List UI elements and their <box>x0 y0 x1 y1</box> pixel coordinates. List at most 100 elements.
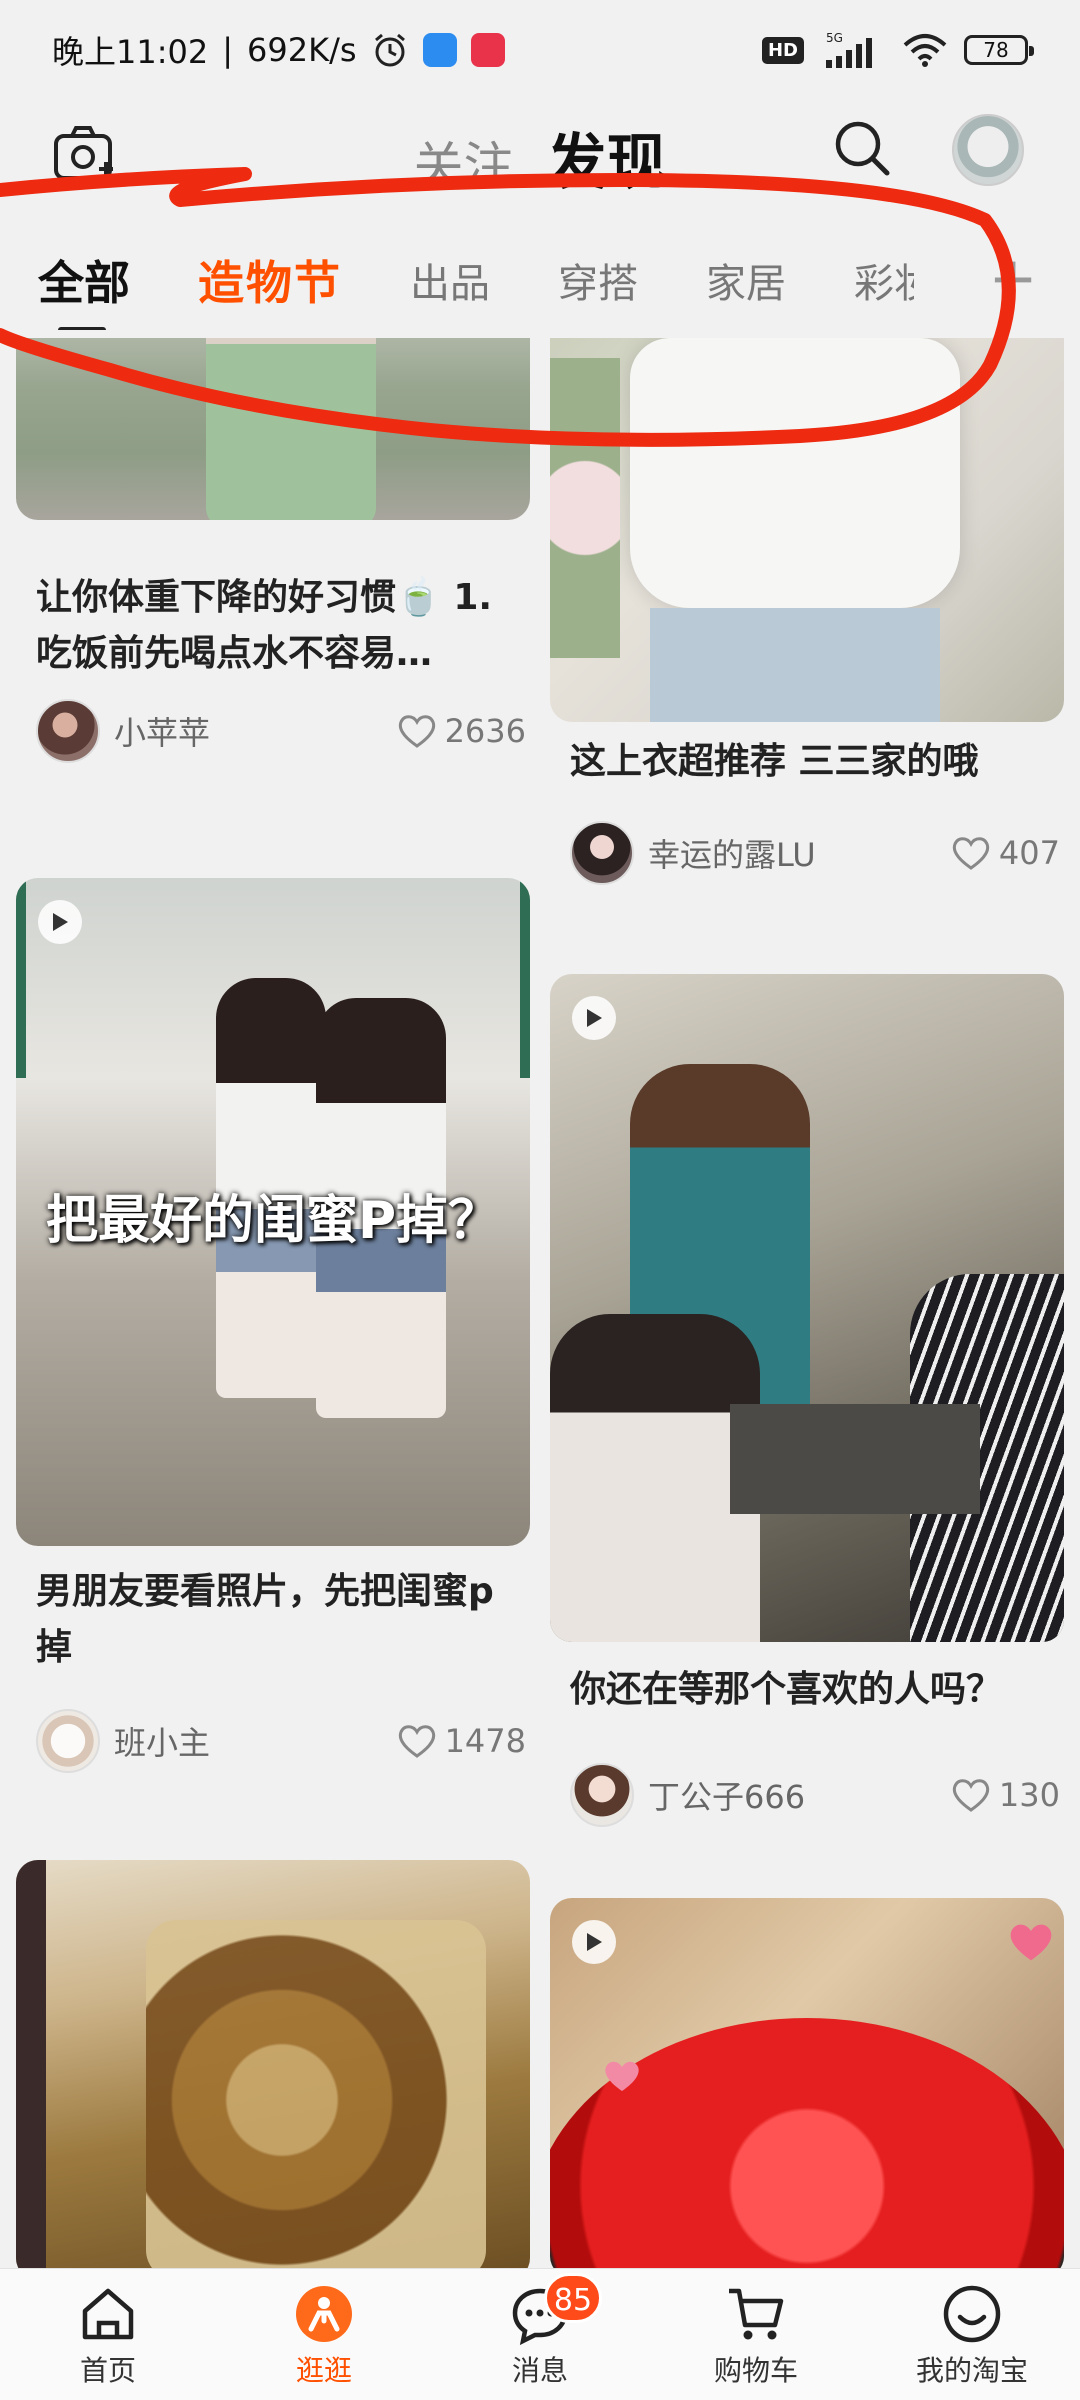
card-title[interactable]: 让你体重下降的好习惯🍵 1.吃饭前先喝点水不容易… <box>36 570 526 682</box>
nav-cart[interactable]: 购物车 <box>648 2269 864 2400</box>
feed-card[interactable]: 把最好的闺蜜P掉？ 男朋友要看照片，先把闺蜜p掉 班小主 1478 <box>16 878 530 1773</box>
card-meta: 班小主 1478 <box>36 1706 526 1776</box>
card-image-edge <box>16 1860 46 2268</box>
nav-home[interactable]: 首页 <box>0 2269 216 2400</box>
author-name[interactable]: 丁公子666 <box>648 1772 805 1818</box>
bottom-nav: 首页 逛逛 消息 85 购物车 我的淘宝 <box>0 2268 1080 2400</box>
discover-feed: 让你体重下降的好习惯🍵 1.吃饭前先喝点水不容易… 小苹苹 2636 这上衣超推… <box>0 338 1080 2268</box>
wifi-icon <box>903 34 947 67</box>
author-avatar[interactable] <box>570 1763 634 1827</box>
nav-home-label: 首页 <box>79 2354 136 2387</box>
alarm-icon <box>374 33 405 67</box>
app-notification-icon-red <box>470 33 505 67</box>
play-triangle-icon <box>587 1933 602 1951</box>
card-meta: 丁公子666 130 <box>570 1760 1060 1830</box>
category-products[interactable]: 出品 <box>410 251 490 309</box>
category-festival[interactable]: 造物节 <box>198 247 342 313</box>
app-notification-icon-blue <box>422 33 457 67</box>
tab-discover[interactable]: 发现 <box>547 114 667 201</box>
like-button[interactable]: 1478 <box>397 1722 526 1760</box>
card-image[interactable] <box>16 1860 530 2268</box>
status-right: HD 5G 78 <box>761 30 1034 70</box>
feed-card[interactable]: 你还在等那个喜欢的人吗？ 丁公子666 130 <box>550 974 1064 1827</box>
nav-messages[interactable]: 消息 85 <box>432 2269 648 2400</box>
card-image-person-seated-left <box>550 1314 760 1642</box>
heart-icon <box>398 715 435 748</box>
nav-profile[interactable]: 我的淘宝 <box>864 2269 1080 2400</box>
category-all[interactable]: 全部 <box>38 247 130 330</box>
like-count: 2636 <box>444 712 526 750</box>
author-name[interactable]: 班小主 <box>114 1718 210 1764</box>
like-count: 407 <box>998 834 1060 872</box>
battery-indicator: 78 <box>964 35 1034 65</box>
feed-card[interactable] <box>16 1860 530 2268</box>
card-title[interactable]: 这上衣超推荐 三三家的哦 <box>570 734 1060 790</box>
feed-card[interactable] <box>550 1898 1064 2268</box>
feed-tabs: 关注 发现 <box>0 114 1080 201</box>
video-play-icon <box>572 996 616 1040</box>
like-count: 130 <box>998 1776 1060 1814</box>
play-triangle-icon <box>53 913 68 931</box>
category-outfits[interactable]: 穿搭 <box>558 251 638 309</box>
feed-card[interactable]: 这上衣超推荐 三三家的哦 幸运的露LU 407 <box>550 338 1064 885</box>
author-name[interactable]: 小苹苹 <box>114 708 210 754</box>
card-image-detail <box>650 608 940 722</box>
category-bar: 全部 造物节 出品 穿搭 家居 彩妆 + <box>0 230 1080 330</box>
home-icon <box>82 2288 134 2340</box>
add-category-button[interactable]: + <box>968 244 1058 312</box>
profile-icon <box>943 2285 1001 2343</box>
status-speed: 692K/s <box>247 31 357 69</box>
card-image[interactable] <box>550 1898 1064 2268</box>
card-image[interactable] <box>550 974 1064 1642</box>
card-title[interactable]: 你还在等那个喜欢的人吗？ <box>570 1662 1060 1718</box>
video-play-icon <box>38 900 82 944</box>
nav-browse[interactable]: 逛逛 <box>216 2269 432 2400</box>
author-avatar[interactable] <box>570 821 634 885</box>
category-makeup[interactable]: 彩妆 <box>854 251 914 309</box>
network-type-label: 5G <box>826 31 843 45</box>
like-button[interactable]: 130 <box>951 1776 1060 1814</box>
card-meta: 幸运的露LU 407 <box>570 818 1060 888</box>
card-image-subject <box>206 338 376 520</box>
card-image-subject <box>630 338 960 608</box>
like-count: 1478 <box>444 1722 526 1760</box>
like-button[interactable]: 407 <box>951 834 1060 872</box>
card-image-red-bowl <box>550 2018 1064 2268</box>
card-image[interactable] <box>16 338 530 520</box>
card-image-table <box>730 1404 980 1514</box>
card-image[interactable]: 把最好的闺蜜P掉？ <box>16 878 530 1546</box>
play-triangle-icon <box>587 1009 602 1027</box>
heart-icon <box>952 1779 990 1812</box>
author-name[interactable]: 幸运的露LU <box>648 830 816 876</box>
feed-card[interactable]: 让你体重下降的好习惯🍵 1.吃饭前先喝点水不容易… 小苹苹 2636 <box>16 338 530 778</box>
message-badge: 85 <box>544 2273 602 2323</box>
author-avatar[interactable] <box>36 699 100 763</box>
hd-icon: HD <box>761 36 804 64</box>
author-avatar[interactable] <box>36 1709 100 1773</box>
status-divider: | <box>222 31 234 69</box>
status-bar: 晚上11:02 | 692K/s HD 5G 78 <box>0 0 1080 100</box>
heart-icon <box>398 1725 435 1758</box>
browse-icon <box>296 2286 352 2342</box>
nav-profile-label: 我的淘宝 <box>915 2354 1028 2387</box>
signal-icon: 5G <box>826 31 872 68</box>
card-title[interactable]: 男朋友要看照片，先把闺蜜p掉 <box>36 1564 526 1676</box>
nav-cart-label: 购物车 <box>713 2354 798 2387</box>
status-time: 晚上11:02 <box>52 33 209 71</box>
card-meta: 小苹苹 2636 <box>36 696 526 766</box>
nav-messages-label: 消息 <box>511 2354 568 2387</box>
like-button[interactable]: 2636 <box>397 712 526 750</box>
user-avatar[interactable] <box>952 114 1024 186</box>
status-left: 晚上11:02 | 692K/s <box>52 27 505 73</box>
video-overlay-caption: 把最好的闺蜜P掉？ <box>45 1191 501 1251</box>
category-home[interactable]: 家居 <box>706 251 786 309</box>
card-image[interactable] <box>550 338 1064 722</box>
search-icon[interactable] <box>830 116 894 180</box>
card-image-flowers <box>550 358 620 658</box>
tab-follow[interactable]: 关注 <box>413 126 513 198</box>
cart-icon <box>729 2288 784 2340</box>
pink-heart-sticker-icon <box>1010 1924 1052 1961</box>
card-image-tea-jar <box>146 1920 486 2268</box>
heart-icon <box>952 837 990 870</box>
video-play-icon <box>572 1920 616 1964</box>
